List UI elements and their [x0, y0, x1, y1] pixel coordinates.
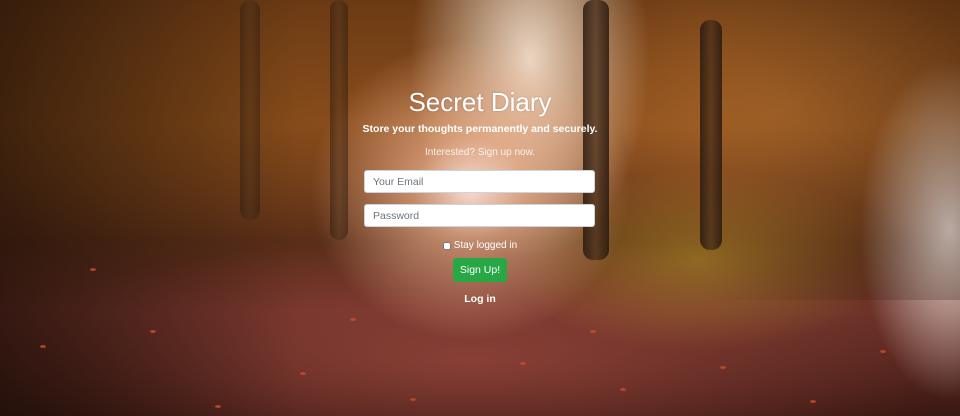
- app-tagline: Store your thoughts permanently and secu…: [362, 123, 598, 135]
- log-in-link[interactable]: Log in: [0, 292, 960, 306]
- signup-prompt-link[interactable]: Interested? Sign up now.: [0, 146, 960, 160]
- stay-logged-in-label: Stay logged in: [453, 240, 518, 251]
- stay-logged-in-checkbox[interactable]: [442, 242, 451, 250]
- password-field[interactable]: [364, 204, 595, 227]
- app-title: Secret Diary: [408, 87, 552, 117]
- email-field[interactable]: [364, 170, 595, 193]
- stay-logged-in-row: Stay logged in: [0, 239, 960, 253]
- sign-up-button[interactable]: Sign Up!: [453, 258, 507, 282]
- login-panel: Secret Diary Store your thoughts permane…: [0, 0, 960, 416]
